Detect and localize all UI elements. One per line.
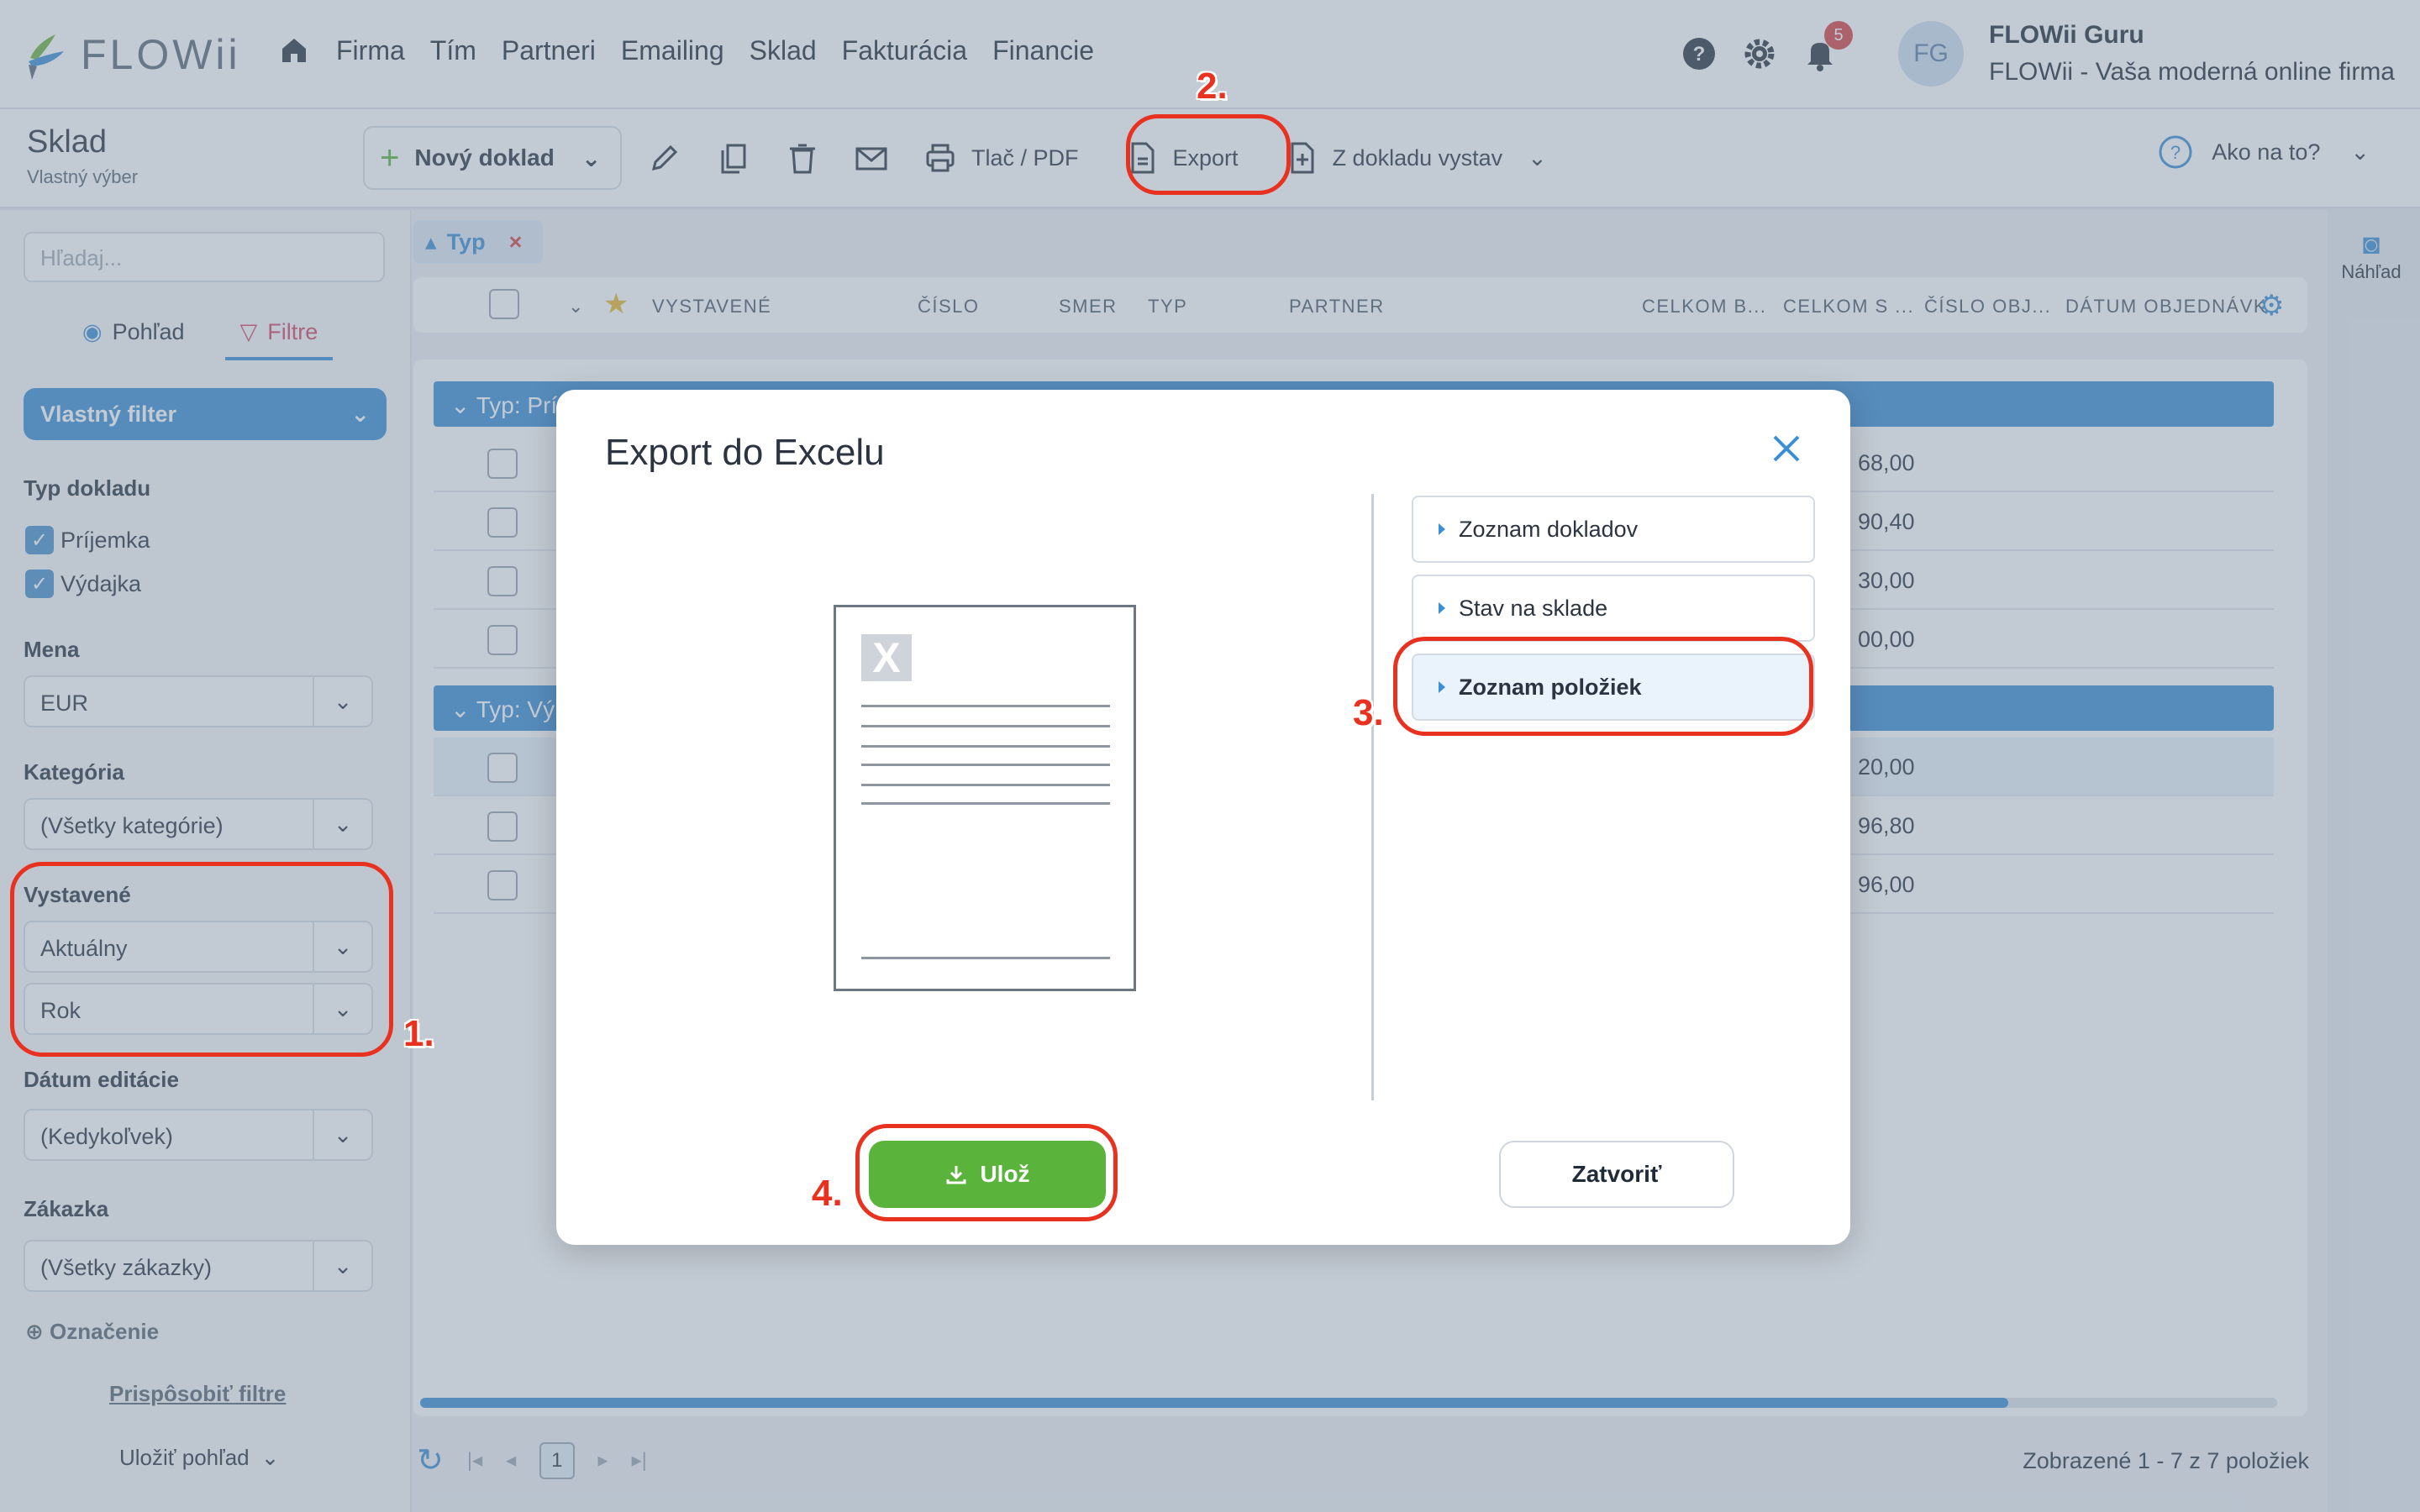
close-icon[interactable] [1768, 430, 1805, 467]
annotation-highlight-issued [10, 862, 393, 1057]
triangle-right-icon [1439, 602, 1445, 614]
option-stock-status[interactable]: Stav na sklade [1412, 575, 1815, 642]
close-button[interactable]: Zatvoriť [1499, 1141, 1734, 1208]
option-document-list[interactable]: Zoznam dokladov [1412, 496, 1815, 563]
doc-line [861, 745, 1110, 748]
annotation-step-2: 2. [1197, 66, 1228, 107]
doc-line [861, 802, 1110, 805]
option-label: Zoznam dokladov [1459, 516, 1639, 542]
doc-line [861, 705, 1110, 707]
annotation-highlight-item-list [1393, 637, 1813, 736]
annotation-step-4: 4. [812, 1173, 843, 1214]
triangle-right-icon [1439, 523, 1445, 535]
doc-line [861, 725, 1110, 727]
annotation-highlight-export [1126, 114, 1291, 195]
excel-document-illustration: X [834, 605, 1136, 991]
modal-title: Export do Excelu [605, 432, 885, 473]
modal-divider [1371, 494, 1374, 1100]
annotation-step-3: 3. [1353, 692, 1384, 733]
option-label: Stav na sklade [1459, 595, 1608, 621]
export-modal: Export do Excelu X Zoznam dokladov Stav … [556, 390, 1850, 1245]
doc-line [861, 784, 1110, 786]
doc-line [861, 764, 1110, 766]
annotation-step-1: 1. [403, 1013, 434, 1054]
excel-icon: X [861, 634, 912, 681]
annotation-highlight-save [855, 1124, 1118, 1221]
doc-line [861, 957, 1110, 959]
